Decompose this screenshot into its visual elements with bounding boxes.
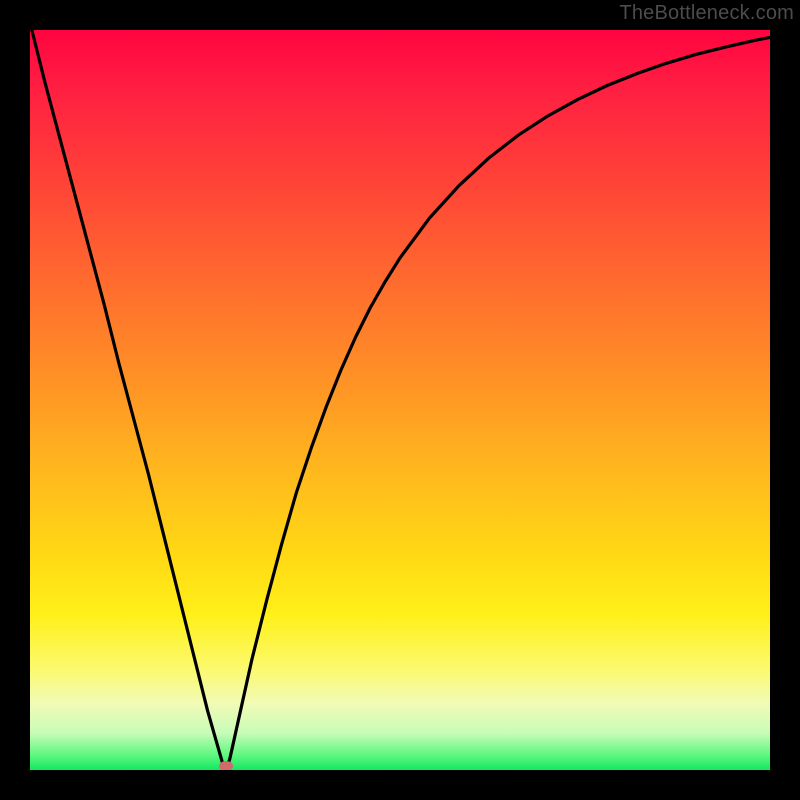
chart-frame: TheBottleneck.com	[0, 0, 800, 800]
bottleneck-curve	[30, 30, 770, 770]
plot-area	[30, 30, 770, 770]
minimum-marker	[219, 761, 233, 770]
curve-layer	[30, 30, 770, 770]
watermark-text: TheBottleneck.com	[619, 2, 794, 25]
